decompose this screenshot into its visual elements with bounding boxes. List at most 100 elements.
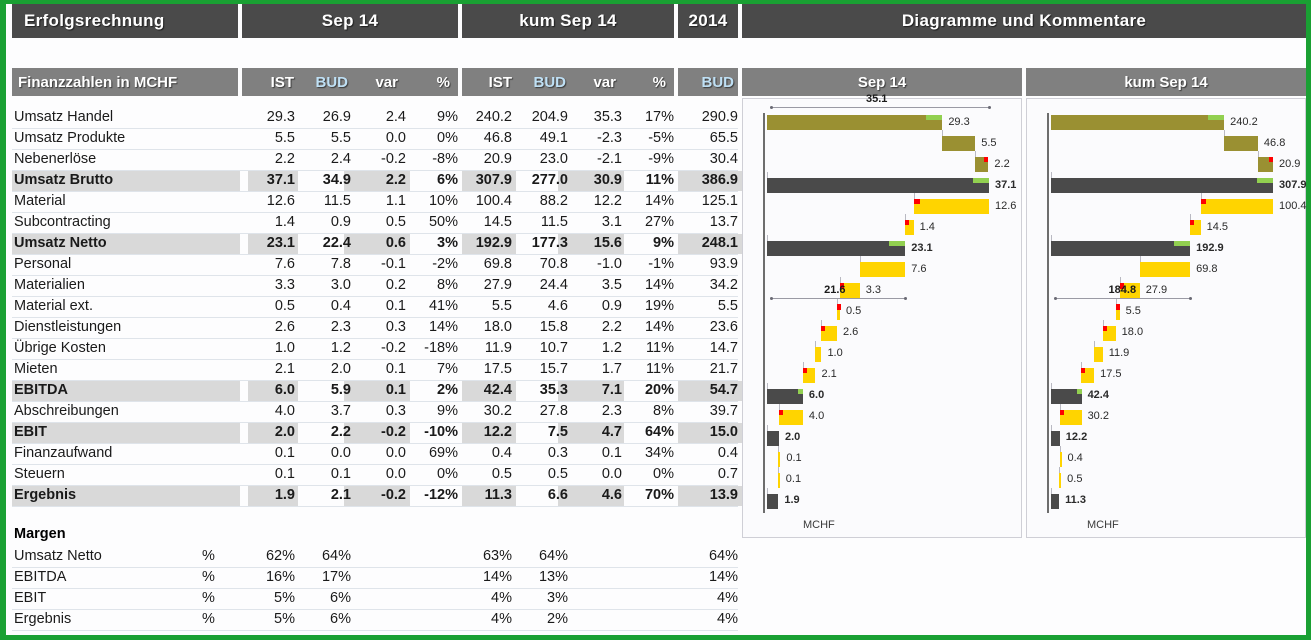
cell-cum-ist: 46.8 [483,130,512,146]
variance-marker-negative [802,367,807,373]
cell-var: 0.1 [385,361,406,377]
margin-unit: % [202,548,215,564]
cell-pct: 41% [428,298,458,314]
cell-cum-var: 1.2 [601,340,622,356]
cell-cum-pct: 14% [644,319,674,335]
cell-year-bud: 13.7 [709,214,738,230]
bar-value-label: 1.9 [784,494,800,507]
cell-pct: 2% [437,382,458,398]
cell-cum-pct: 11% [645,172,674,188]
bar-value-label: 30.2 [1087,410,1109,423]
row-label: Umsatz Brutto [14,172,114,188]
waterfall-bar [1051,115,1225,131]
cell-cum-ist: 11.9 [484,340,512,356]
cell-cum-bud: 10.7 [539,340,568,356]
cell-year-bud: 0.7 [717,466,738,482]
cell-pct: -12% [424,487,458,503]
margin-year-bud: 64% [708,548,738,564]
waterfall-bar [1051,430,1060,446]
cell-cum-bud: 0.5 [547,466,568,482]
table-row: Umsatz Netto 23.1 22.4 0.6 3% 192.9 177.3 15.6 9… [12,234,744,255]
variance-marker-negative [1200,199,1207,205]
cell-var: 2.2 [385,172,406,188]
cell-cum-pct: 20% [644,382,674,398]
bar-value-label: 100.4 [1279,199,1307,212]
chart-unit-label: MCHF [803,519,835,531]
cell-bud: 22.4 [322,235,351,251]
cell-pct: 69% [428,445,458,461]
bar-value-label: 17.5 [1100,368,1122,381]
waterfall-chart-cumulative: 240.2 46.8 20.9 307.9 100.4 14.5 192.9 69.8 27.9… [1026,98,1307,538]
margin-bud: 64% [321,548,351,564]
cell-cum-pct: 17% [644,109,674,125]
waterfall-bar [815,346,822,362]
waterfall-bar [778,451,781,467]
cell-year-bud: 14.7 [709,340,738,356]
cell-ist: 5.5 [274,130,295,146]
variance-marker-positive [926,115,943,121]
margin-unit: % [202,590,215,606]
cell-bud: 1.2 [330,340,351,356]
variance-marker-negative [778,409,783,415]
cell-cum-bud: 204.9 [531,109,568,125]
cell-cum-ist: 240.2 [475,109,512,125]
cell-year-bud: 21.7 [709,361,738,377]
cell-cum-pct: 27% [644,214,674,230]
cell-cum-pct: 8% [653,403,674,419]
cell-bud: 0.0 [330,445,351,461]
table-row: EBIT 2.0 2.2 -0.2 -10% 12.2 7.5 4.7 64% 15.0 [12,423,744,444]
header-period-bud: BUD [315,73,349,91]
bar-value-label: 37.1 [995,178,1017,191]
cell-cum-var: -2.3 [597,130,622,146]
cell-ist: 3.3 [274,277,295,293]
margin-unit: % [202,569,215,585]
cell-bud: 2.0 [330,361,351,377]
table-row: EBITDA 6.0 5.9 0.1 2% 42.4 35.3 7.1 20% 54.7 [12,381,744,402]
bar-value-label: 42.4 [1087,389,1109,402]
waterfall-chart-period: 29.3 5.5 2.2 37.1 12.6 1.4 23.1 7.6 3.3 0.5 2.6 1.0… [742,93,1022,538]
bar-value-label: 6.0 [808,389,825,402]
cell-ist: 0.5 [274,298,295,314]
cell-cum-bud: 35.3 [539,382,568,398]
waterfall-bar [777,472,780,488]
cell-pct: 7% [437,361,458,377]
bar-value-label: 69.8 [1196,262,1218,275]
bracket-value: 21.6 [824,284,846,297]
table-row: Material 12.6 11.5 1.1 10% 100.4 88.2 12.2 14% 12… [12,192,738,213]
waterfall-bar [942,136,976,152]
cell-cum-bud: 88.2 [539,193,568,209]
margin-row: EBITDA% 16% 17% 14% 13% 14% [12,568,738,589]
cell-bud: 5.5 [330,130,351,146]
bar-value-label: 29.3 [948,115,970,128]
cell-bud: 2.1 [330,487,351,503]
cell-ist: 23.1 [266,235,295,251]
cell-year-bud: 34.2 [709,277,738,293]
waterfall-bar [767,493,779,509]
header-period-ist: IST [270,73,294,91]
variance-marker-positive [1257,178,1273,184]
cell-var: 0.3 [385,319,406,335]
cell-pct: 9% [437,109,458,125]
bar-value-label: 5.5 [1125,305,1141,317]
cell-bud: 11.5 [323,193,351,209]
cell-bud: 5.9 [330,382,351,398]
cell-cum-ist: 27.9 [483,277,512,293]
cell-cum-pct: 0% [653,466,674,482]
margin-cum-ist: 4% [491,611,512,627]
cell-bud: 2.2 [330,424,351,440]
cell-cum-ist: 18.0 [483,319,512,335]
cell-bud: 0.9 [330,214,351,230]
cell-cum-var: -1.0 [597,256,622,272]
waterfall-bar [1059,472,1062,488]
header-chart-right: kum Sep 14 [1026,68,1306,96]
margin-label: EBIT [14,590,47,606]
cell-var: 0.1 [385,382,406,398]
cell-cum-var: 3.5 [601,277,622,293]
cell-cum-ist: 0.4 [491,445,512,461]
variance-marker-positive [1208,115,1225,121]
row-label: Subcontracting [14,214,111,230]
bracket-value: 35.1 [866,93,888,105]
cell-bud: 3.0 [330,277,351,293]
cell-cum-pct: 11% [646,340,674,356]
table-row: Ergebnis 1.9 2.1 -0.2 -12% 11.3 6.6 4.6 70% 13.9 [12,486,744,507]
